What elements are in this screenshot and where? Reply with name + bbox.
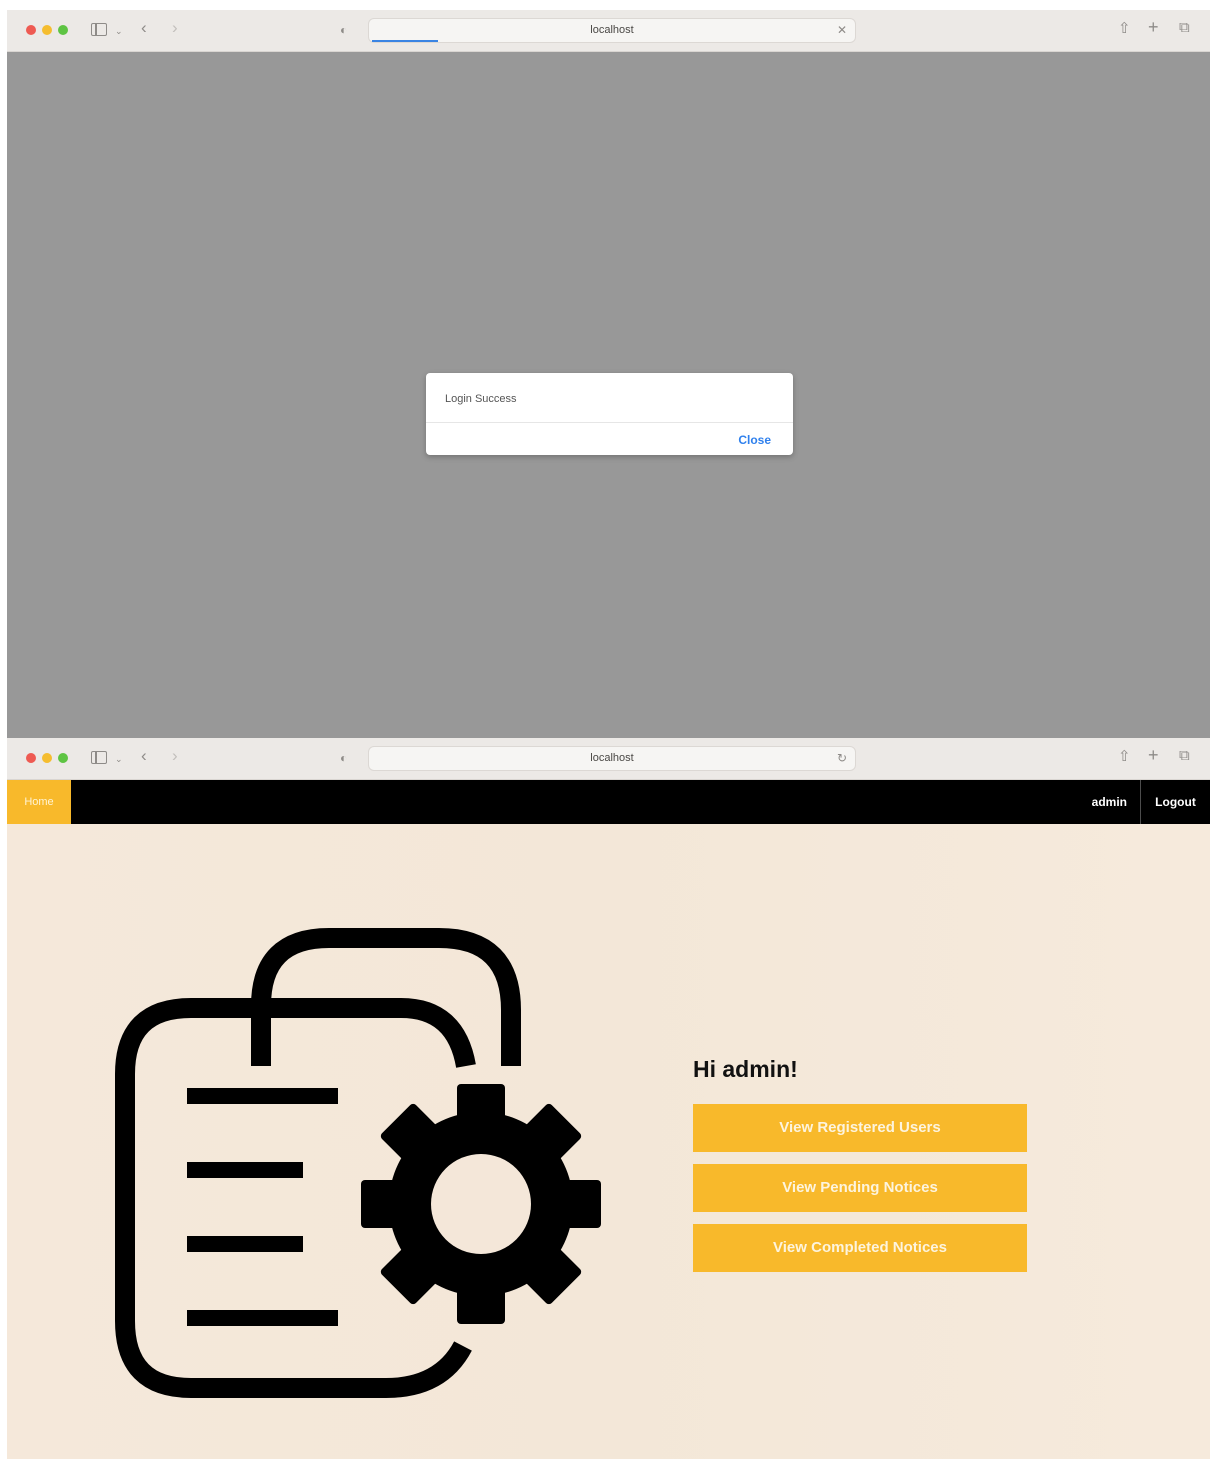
zoom-window-button[interactable] [58, 753, 68, 763]
nav-username[interactable]: admin [1079, 780, 1140, 824]
nav-home-link[interactable]: Home [7, 780, 71, 824]
tabs-icon[interactable]: ⧉ [1179, 748, 1190, 763]
tabs-icon[interactable]: ⧉ [1179, 20, 1190, 35]
minimize-window-button[interactable] [42, 25, 52, 35]
view-completed-notices-button[interactable]: View Completed Notices [693, 1224, 1027, 1272]
sidebar-icon[interactable] [91, 23, 107, 36]
top-navbar: Home admin Logout [7, 780, 1210, 824]
address-bar[interactable]: localhost ✕ [368, 18, 856, 43]
back-icon[interactable]: ‹ [141, 747, 147, 764]
share-icon[interactable]: ⇧ [1118, 21, 1131, 36]
share-icon[interactable]: ⇧ [1118, 749, 1131, 764]
dashboard-content: Hi admin! View Registered Users View Pen… [7, 824, 1210, 1459]
back-icon[interactable]: ‹ [141, 19, 147, 36]
forward-icon[interactable]: › [172, 747, 178, 764]
modal-overlay: Login Success Close [7, 52, 1210, 738]
document-gear-icon [115, 928, 601, 1398]
login-success-dialog: Login Success Close [426, 373, 793, 455]
close-window-button[interactable] [26, 753, 36, 763]
minimize-window-button[interactable] [42, 753, 52, 763]
zoom-window-button[interactable] [58, 25, 68, 35]
close-icon[interactable]: ✕ [837, 23, 847, 37]
dialog-divider [426, 422, 793, 423]
browser-toolbar: ⌄ ‹ › ◐ localhost ↻ ⇧ + ⧉ [7, 738, 1210, 780]
page-load-progress [372, 40, 438, 42]
plus-icon[interactable]: + [1148, 18, 1159, 36]
browser-window-login: ⌄ ‹ › ◐ localhost ✕ ⇧ + ⧉ Login Success … [7, 10, 1210, 738]
browser-toolbar: ⌄ ‹ › ◐ localhost ✕ ⇧ + ⧉ [7, 10, 1210, 52]
dialog-message: Login Success [445, 393, 517, 405]
view-registered-users-button[interactable]: View Registered Users [693, 1104, 1027, 1152]
address-bar[interactable]: localhost ↻ [368, 746, 856, 771]
greeting-heading: Hi admin! [693, 1056, 798, 1082]
chevron-down-icon[interactable]: ⌄ [115, 24, 123, 38]
forward-icon[interactable]: › [172, 19, 178, 36]
address-text: localhost [590, 24, 634, 36]
nav-logout-link[interactable]: Logout [1141, 780, 1210, 824]
address-text: localhost [590, 752, 634, 764]
close-window-button[interactable] [26, 25, 36, 35]
view-pending-notices-button[interactable]: View Pending Notices [693, 1164, 1027, 1212]
gear-icon [361, 1084, 601, 1324]
dialog-close-button[interactable]: Close [738, 433, 771, 447]
browser-window-dashboard: ⌄ ‹ › ◐ localhost ↻ ⇧ + ⧉ Home admin Log… [7, 738, 1210, 1459]
shield-icon[interactable]: ◐ [340, 751, 347, 765]
reload-icon[interactable]: ↻ [837, 751, 847, 765]
chevron-down-icon[interactable]: ⌄ [115, 752, 123, 766]
shield-icon[interactable]: ◐ [340, 23, 347, 37]
sidebar-icon[interactable] [91, 751, 107, 764]
plus-icon[interactable]: + [1148, 746, 1159, 764]
